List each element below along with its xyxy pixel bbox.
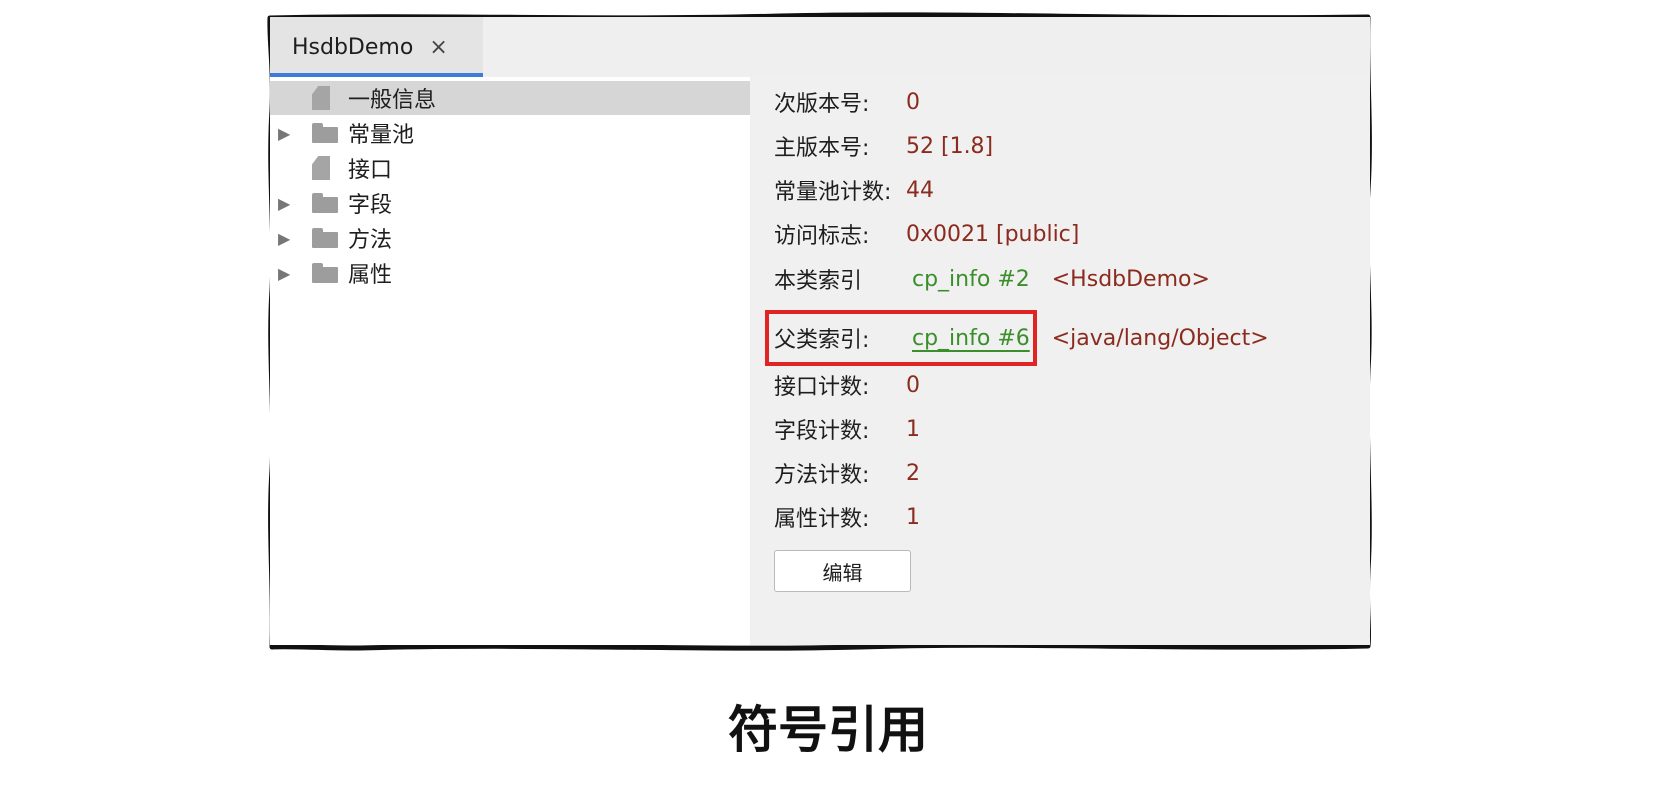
cp-info-link[interactable]: cp_info #2 (912, 267, 1030, 292)
field-label: 方法计数: (774, 463, 870, 488)
tree-item-interfaces[interactable]: 接口 (270, 151, 750, 185)
tree-item-label: 接口 (348, 158, 393, 183)
row-minor-version: 次版本号: 0 (774, 84, 920, 120)
field-value: 0 (906, 89, 920, 115)
row-major-version: 主版本号: 52 [1.8] (774, 128, 993, 164)
figure-caption: 符号引用 (728, 701, 928, 759)
row-this-class: 本类索引 cp_info #2 <HsdbDemo> (774, 261, 1210, 297)
field-value: 0x0021 [public] (906, 221, 1080, 247)
tree-item-attributes[interactable]: ▶ 属性 (270, 256, 750, 290)
class-ref: <java/lang/Object> (1051, 325, 1269, 351)
row-interfaces-count: 接口计数: 0 (774, 367, 920, 403)
field-value: 44 (906, 177, 934, 203)
tree-item-methods[interactable]: ▶ 方法 (270, 221, 750, 255)
folder-icon (312, 123, 338, 143)
row-attributes-count: 属性计数: 1 (774, 499, 920, 535)
expand-arrow-icon[interactable]: ▶ (278, 264, 290, 283)
tree-item-fields[interactable]: ▶ 字段 (270, 186, 750, 220)
field-value: 2 (906, 460, 920, 486)
row-fields-count: 字段计数: 1 (774, 411, 920, 447)
row-access-flags: 访问标志: 0x0021 [public] (774, 216, 1079, 252)
tree-item-general-info[interactable]: 一般信息 (270, 81, 750, 115)
file-icon (312, 156, 330, 180)
expand-arrow-icon[interactable]: ▶ (278, 194, 290, 213)
field-label: 常量池计数: (774, 180, 892, 205)
expand-arrow-icon[interactable]: ▶ (278, 124, 290, 143)
field-value: 52 [1.8] (906, 133, 994, 159)
cp-info-link[interactable]: cp_info #6 (912, 326, 1030, 351)
file-icon (312, 86, 330, 110)
app-window: HsdbDemo × 一般信息 ▶ 常量池 接口 ▶ 字段 ▶ 方法 ▶ 属性 … (270, 17, 1370, 645)
folder-icon (312, 193, 338, 213)
class-ref: <HsdbDemo> (1051, 266, 1210, 292)
field-label: 次版本号: (774, 92, 870, 117)
field-label: 访问标志: (774, 224, 870, 249)
close-icon[interactable]: × (429, 35, 447, 60)
general-info-panel: 次版本号: 0 主版本号: 52 [1.8] 常量池计数: 44 访问标志: 0… (750, 77, 1370, 645)
tab-hsdbdemo[interactable]: HsdbDemo × (270, 17, 483, 77)
field-label: 接口计数: (774, 375, 870, 400)
class-structure-tree: 一般信息 ▶ 常量池 接口 ▶ 字段 ▶ 方法 ▶ 属性 (270, 77, 750, 645)
folder-icon (312, 228, 338, 248)
row-constant-pool-count: 常量池计数: 44 (774, 172, 934, 208)
field-value: 0 (906, 372, 920, 398)
tree-item-label: 属性 (348, 263, 393, 288)
field-value: 1 (906, 504, 920, 530)
field-label: 字段计数: (774, 419, 870, 444)
tree-item-label: 一般信息 (348, 88, 437, 113)
field-label: 主版本号: (774, 136, 870, 161)
tree-item-constant-pool[interactable]: ▶ 常量池 (270, 116, 750, 150)
tab-title: HsdbDemo (292, 34, 414, 60)
edit-button[interactable]: 编辑 (774, 550, 911, 592)
folder-icon (312, 263, 338, 283)
field-value: 1 (906, 416, 920, 442)
row-super-class: 父类索引: cp_info #6 <java/lang/Object> (774, 320, 1269, 356)
tree-item-label: 字段 (348, 193, 393, 218)
tree-item-label: 常量池 (348, 123, 415, 148)
field-label: 父类索引: (774, 328, 870, 353)
tab-strip: HsdbDemo × (270, 17, 1370, 78)
row-methods-count: 方法计数: 2 (774, 455, 920, 491)
tree-item-label: 方法 (348, 228, 393, 253)
expand-arrow-icon[interactable]: ▶ (278, 229, 290, 248)
field-label: 本类索引 (774, 269, 863, 294)
field-label: 属性计数: (774, 507, 870, 532)
